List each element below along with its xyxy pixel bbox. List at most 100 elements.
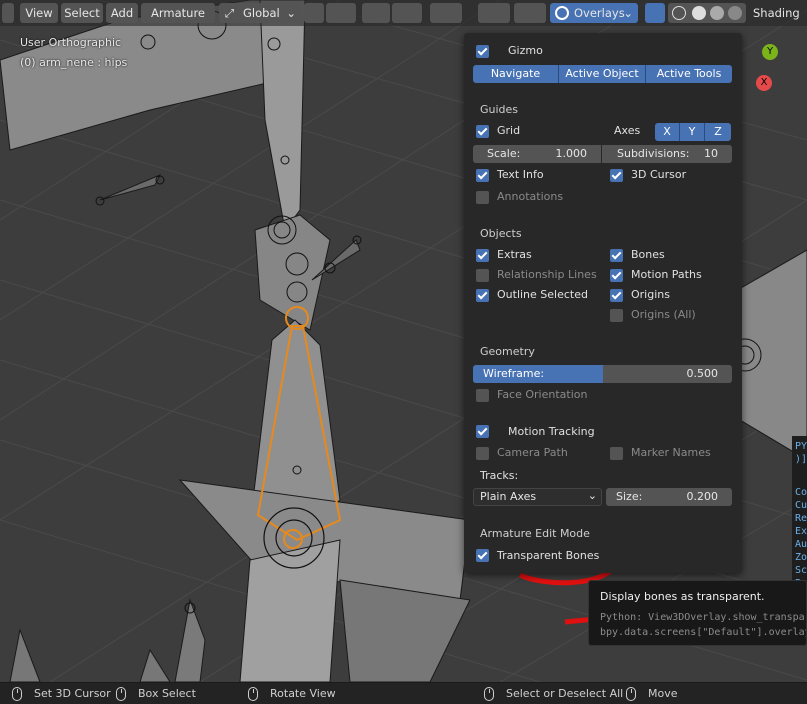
status-box-select: Box Select: [138, 687, 196, 700]
visibility-dropdown[interactable]: [478, 3, 510, 23]
motion-tracking-label: Motion Tracking: [508, 425, 595, 438]
origins-all-checkbox[interactable]: [610, 309, 623, 322]
extras-checkbox[interactable]: [476, 249, 489, 262]
link-icon[interactable]: [430, 3, 462, 23]
motion-paths-checkbox[interactable]: [610, 269, 623, 282]
objects-title: Objects: [480, 227, 522, 240]
mouse-drag-icon: [116, 687, 126, 701]
pivot-icon[interactable]: [304, 3, 324, 23]
gizmo-label: Gizmo: [508, 44, 543, 57]
orientation-value: Global: [243, 6, 280, 20]
material-shading-icon[interactable]: [710, 6, 724, 20]
console-line: Sc: [795, 565, 807, 576]
bones-checkbox[interactable]: [610, 249, 623, 262]
overlays-dropdown[interactable]: Overlays ⌄: [550, 3, 638, 23]
menu-add[interactable]: Add: [106, 3, 138, 23]
gizmo-dropdown[interactable]: [514, 3, 546, 23]
marker-names-checkbox[interactable]: [610, 447, 623, 460]
3d-cursor-label: 3D Cursor: [631, 168, 687, 181]
gizmo-checkbox[interactable]: [476, 45, 489, 58]
axis-x-toggle[interactable]: X: [655, 123, 680, 141]
text-info-checkbox[interactable]: [476, 169, 489, 182]
rendered-shading-icon[interactable]: [728, 6, 742, 20]
grid-label: Grid: [497, 124, 521, 137]
axes-toggles: X Y Z: [655, 123, 731, 141]
console-line: Zo: [795, 552, 807, 563]
subdivisions-field[interactable]: Subdivisions: 10: [602, 145, 732, 163]
console-line: PY: [795, 441, 807, 452]
console-line: Re: [795, 513, 807, 524]
transform-icon: ⤢: [225, 6, 235, 20]
wireframe-shading-icon[interactable]: [672, 6, 686, 20]
annotations-checkbox[interactable]: [476, 191, 489, 204]
active-object-toggle[interactable]: Active Object: [559, 65, 646, 83]
mouse-select-icon: [484, 687, 494, 701]
gizmo-toggles: Navigate Active Object Active Tools: [473, 65, 732, 83]
mouse-left-icon: [12, 687, 22, 701]
chevron-down-icon: ⌄: [587, 489, 597, 502]
status-move: Move: [648, 687, 678, 700]
side-console: PY)]CoCuReExAuZoScBu: [792, 436, 807, 586]
axis-y-toggle[interactable]: Y: [680, 123, 705, 141]
status-bar: Set 3D Cursor Box Select Rotate View Sel…: [0, 682, 807, 704]
xray-toggle[interactable]: [645, 3, 665, 23]
outline-selected-label: Outline Selected: [497, 288, 588, 301]
orientation-dropdown[interactable]: Global ⌄ ⤢: [219, 3, 301, 23]
tracks-dropdown[interactable]: Plain Axes ⌄: [473, 488, 602, 506]
outline-selected-checkbox[interactable]: [476, 289, 489, 302]
origins-checkbox[interactable]: [610, 289, 623, 302]
proportional-icon[interactable]: [362, 3, 390, 23]
grid-checkbox[interactable]: [476, 125, 489, 138]
tooltip: Display bones as transparent. Python: Vi…: [588, 580, 807, 646]
overlays-icon: [555, 6, 569, 20]
shading-modes[interactable]: [668, 3, 746, 23]
guides-title: Guides: [480, 103, 519, 116]
motion-tracking-checkbox[interactable]: [476, 425, 489, 438]
navigate-toggle[interactable]: Navigate: [473, 65, 559, 83]
origins-label: Origins: [631, 288, 670, 301]
solid-shading-icon[interactable]: [692, 6, 706, 20]
menu-select[interactable]: Select: [61, 3, 103, 23]
axes-label: Axes: [614, 124, 641, 137]
shading-dropdown[interactable]: Shading: [750, 3, 807, 23]
console-line: Ex: [795, 526, 807, 537]
status-select-deselect: Select or Deselect All: [506, 687, 624, 700]
status-set-cursor: Set 3D Cursor: [34, 687, 111, 700]
menu-view[interactable]: View: [20, 3, 58, 23]
overlays-popover: Gizmo Navigate Active Object Active Tool…: [464, 33, 742, 573]
size-field[interactable]: Size: 0.200: [606, 488, 732, 506]
text-info-label: Text Info: [497, 168, 544, 181]
tracks-label: Tracks:: [480, 469, 519, 482]
navigation-gizmo[interactable]: Y X: [748, 30, 807, 100]
editor-type-button[interactable]: [2, 3, 14, 23]
falloff-dropdown[interactable]: [392, 3, 422, 23]
face-orientation-label: Face Orientation: [497, 388, 588, 401]
gizmo-y-axis[interactable]: Y: [762, 44, 778, 60]
3d-cursor-checkbox[interactable]: [610, 169, 623, 182]
tooltip-data-path: bpy.data.screens["Default"].overlay: [600, 627, 807, 638]
console-line: )]: [795, 454, 807, 465]
relationship-lines-label: Relationship Lines: [497, 268, 597, 281]
wireframe-slider[interactable]: Wireframe: 0.500: [473, 365, 732, 383]
armature-edit-title: Armature Edit Mode: [480, 527, 590, 540]
scale-field[interactable]: Scale: 1.000: [473, 145, 601, 163]
extras-label: Extras: [497, 248, 532, 261]
transparent-bones-checkbox[interactable]: [476, 549, 489, 562]
chevron-down-icon: ⌄: [286, 6, 296, 20]
console-line: Co: [795, 487, 807, 498]
chevron-down-icon: ⌄: [623, 6, 633, 20]
geometry-title: Geometry: [480, 345, 535, 358]
active-tools-toggle[interactable]: Active Tools: [646, 65, 732, 83]
menu-armature[interactable]: Armature: [141, 3, 215, 23]
origins-all-label: Origins (All): [631, 308, 696, 321]
axis-z-toggle[interactable]: Z: [705, 123, 731, 141]
camera-path-checkbox[interactable]: [476, 447, 489, 460]
face-orientation-checkbox[interactable]: [476, 389, 489, 402]
motion-paths-label: Motion Paths: [631, 268, 702, 281]
relationship-lines-checkbox[interactable]: [476, 269, 489, 282]
gizmo-x-axis[interactable]: X: [756, 75, 772, 91]
annotations-label: Annotations: [497, 190, 564, 203]
mouse-right-icon: [626, 687, 636, 701]
snap-dropdown[interactable]: [326, 3, 356, 23]
object-info: (0) arm_nene : hips: [20, 56, 128, 69]
